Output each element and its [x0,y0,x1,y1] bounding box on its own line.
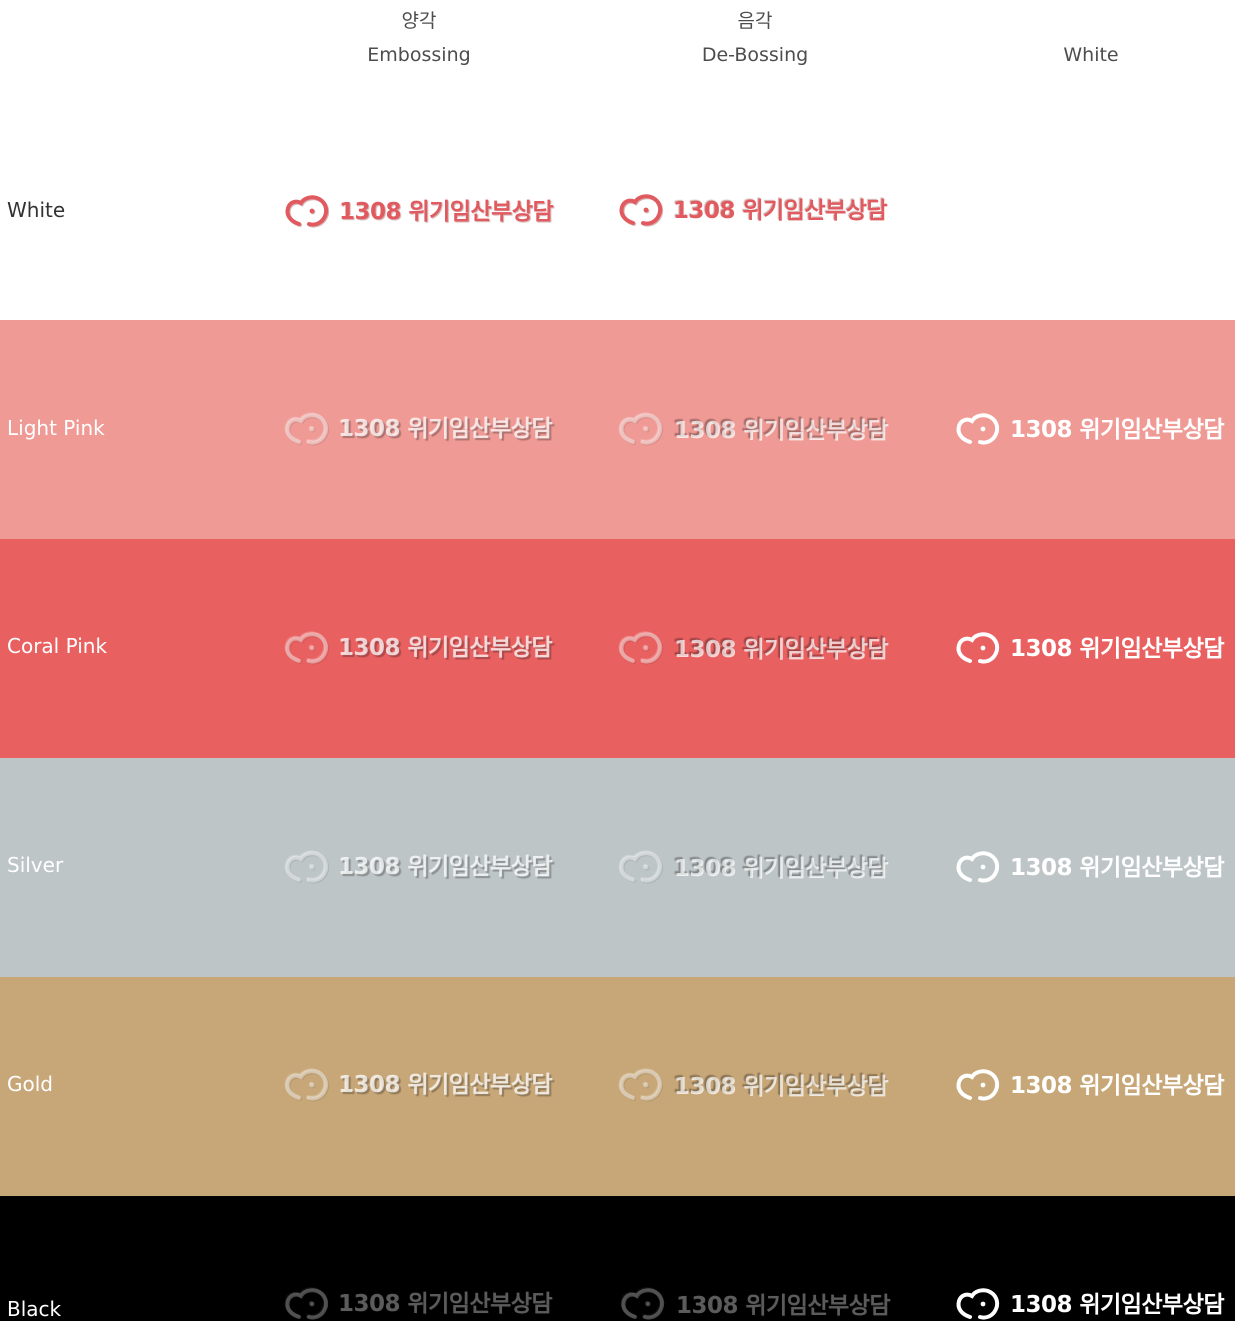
logo-text: 1308 위기임산부상담 [339,636,554,662]
logo-text: 1308 위기임산부상담 [673,855,888,881]
logo-embossing: 1308 위기임산부상담 [283,410,554,450]
heart-face-icon [956,413,1000,445]
logo-text: 1308 위기임산부상담 [673,198,888,224]
column-heading-white: White [941,4,1235,72]
logo-embossing: 1308 위기임산부상담 [283,192,554,232]
row-label: Coral Pink [7,634,108,658]
heart-face-icon [285,1288,329,1320]
logo-text: 1308 위기임산부상담 [675,1292,890,1318]
swatch-row-gold: Gold 1308 위기임산부상담 1308 위기임산부상담 1308 위기임산… [0,977,1235,1196]
swatch-row-light-pink: Light Pink 1308 위기임산부상담 1308 위기임산부상담 130… [0,320,1235,539]
logo-debossing: 1308 위기임산부상담 [617,1066,888,1106]
column-heading-english: De-Bossing [701,44,809,66]
logo-embossing: 1308 위기임산부상담 [283,1066,554,1106]
row-label: Gold [7,1072,53,1096]
logo-embossing: 1308 위기임산부상담 [283,1285,554,1325]
heart-face-icon [621,1288,665,1320]
logo-embossing: 1308 위기임산부상담 [283,629,554,669]
heart-face-icon [285,413,329,445]
row-label: Silver [7,853,64,877]
heart-face-icon [956,1069,1000,1101]
swatch-row-silver: Silver 1308 위기임산부상담 1308 위기임산부상담 1308 위기… [0,758,1235,977]
logo-debossing: 1308 위기임산부상담 [619,1285,890,1325]
column-heading-embossing: 양각 Embossing [269,4,569,72]
logo-white: 1308 위기임산부상담 [954,410,1225,450]
column-header: 양각 Embossing 음각 De-Bossing White [0,0,1235,100]
logo-embossing: 1308 위기임산부상담 [283,848,554,888]
heart-face-icon [619,632,663,664]
logo-debossing: 1308 위기임산부상담 [617,629,888,669]
logo-white: 1308 위기임산부상담 [954,629,1225,669]
logo-text: 1308 위기임산부상담 [339,1073,554,1099]
column-heading-english: Embossing [367,44,471,66]
row-label: Light Pink [7,416,105,440]
logo-white: 1308 위기임산부상담 [954,848,1225,888]
column-heading-korean: 음각 [737,10,773,32]
logo-white: 1308 위기임산부상담 [954,1285,1225,1325]
heart-face-icon [956,632,1000,664]
heart-face-icon [285,632,329,664]
logo-text: 1308 위기임산부상담 [673,417,888,443]
logo-text: 1308 위기임산부상담 [339,855,554,881]
logo-debossing: 1308 위기임산부상담 [617,848,888,888]
column-heading-korean: 양각 [401,10,437,32]
logo-text: 1308 위기임산부상담 [1010,855,1225,881]
heart-face-icon [619,851,663,883]
swatch-row-black: Black 1308 위기임산부상담 1308 위기임산부상담 1308 위기임… [0,1196,1235,1321]
swatch-row-white: White 1308 위기임산부상담 1308 위기임산부상담 [0,100,1235,320]
logo-text: 1308 위기임산부상담 [1010,417,1225,443]
heart-face-icon [619,1069,663,1101]
heart-face-icon [956,1288,1000,1320]
heart-face-icon [285,851,329,883]
logo-text: 1308 위기임산부상담 [339,1292,554,1318]
row-label: Black [7,1297,62,1321]
logo-text: 1308 위기임산부상담 [1010,636,1225,662]
column-heading-debossing: 음각 De-Bossing [605,4,905,72]
logo-text: 1308 위기임산부상담 [339,199,554,225]
heart-face-icon [956,851,1000,883]
heart-face-icon [619,413,663,445]
logo-text: 1308 위기임산부상담 [1010,1292,1225,1318]
logo-debossing: 1308 위기임산부상담 [617,410,888,450]
heart-face-icon [285,195,329,227]
swatch-row-coral-pink: Coral Pink 1308 위기임산부상담 1308 위기임산부상담 130… [0,539,1235,758]
logo-text: 1308 위기임산부상담 [339,417,554,443]
heart-face-icon [619,194,663,226]
heart-face-icon [285,1069,329,1101]
column-heading-english: White [1063,44,1119,66]
row-label: White [7,198,66,222]
logo-text: 1308 위기임산부상담 [1010,1073,1225,1099]
logo-text: 1308 위기임산부상담 [673,1073,888,1099]
logo-text: 1308 위기임산부상담 [673,636,888,662]
logo-white: 1308 위기임산부상담 [954,1066,1225,1106]
logo-debossing: 1308 위기임산부상담 [617,191,888,231]
